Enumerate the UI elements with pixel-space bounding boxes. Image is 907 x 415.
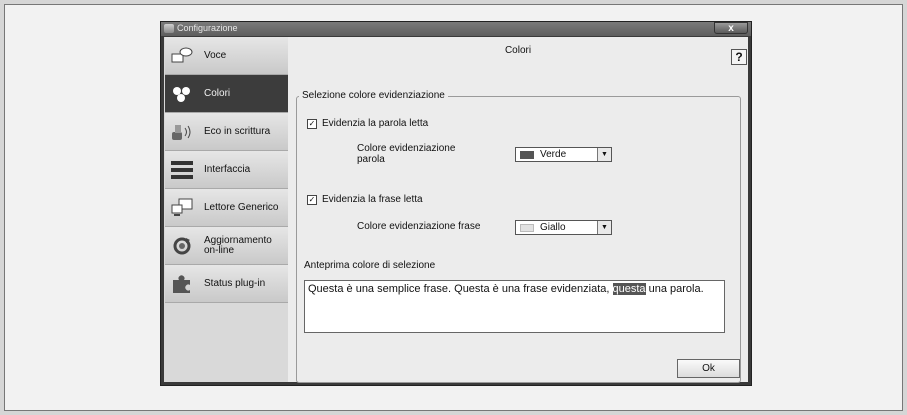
- word-color-select[interactable]: Verde ▼: [515, 147, 612, 162]
- sidebar: Voce Colori Eco in scrittura Interfaccia…: [164, 37, 288, 382]
- color-dots-icon: [173, 87, 190, 102]
- highlight-word-checkbox[interactable]: ✓ Evidenzia la parola letta: [307, 118, 428, 129]
- highlight-sentence-checkbox[interactable]: ✓ Evidenzia la frase letta: [307, 194, 423, 205]
- window-client-area: Voce Colori Eco in scrittura Interfaccia…: [164, 37, 748, 383]
- sidebar-item-label: Aggiornamento on-line: [204, 235, 272, 256]
- monitor-icon: [171, 198, 193, 216]
- sidebar-item-eco-in-scrittura[interactable]: Eco in scrittura: [165, 113, 288, 151]
- highlight-color-group: [296, 96, 741, 383]
- sentence-color-select[interactable]: Giallo ▼: [515, 220, 612, 235]
- sidebar-item-label: Interfaccia: [204, 164, 251, 175]
- preview-label: Anteprima colore di selezione: [304, 260, 436, 271]
- puzzle-icon: [173, 275, 190, 293]
- chevron-down-icon[interactable]: ▼: [597, 221, 611, 234]
- word-color-value: Verde: [540, 149, 567, 160]
- group-title: Selezione colore evidenziazione: [299, 90, 448, 101]
- window-title: Configurazione: [177, 23, 238, 33]
- config-window: Configurazione x Voce Colori Eco in scri…: [160, 21, 752, 386]
- sidebar-item-label: Voce: [204, 50, 227, 61]
- color-swatch: [520, 151, 534, 159]
- preview-text-after: una parola.: [645, 283, 704, 295]
- close-button[interactable]: x: [714, 22, 748, 34]
- sidebar-item-label: Eco in scrittura: [204, 126, 271, 137]
- sentence-color-value: Giallo: [540, 222, 566, 233]
- sentence-color-label: Colore evidenziazione frase: [357, 221, 481, 232]
- sidebar-item-colori[interactable]: Colori: [165, 75, 288, 113]
- page-title: Colori: [504, 45, 532, 56]
- chevron-down-icon[interactable]: ▼: [597, 148, 611, 161]
- typing-echo-icon: [172, 125, 191, 140]
- speech-bubble-icon: [171, 47, 193, 63]
- word-color-label: Colore evidenziazione parola: [357, 143, 456, 165]
- sidebar-item-voce[interactable]: Voce: [165, 37, 288, 75]
- color-swatch: [520, 224, 534, 232]
- sidebar-item-lettore-generico[interactable]: Lettore Generico: [165, 189, 288, 227]
- ok-button[interactable]: Ok: [677, 359, 740, 378]
- sidebar-item-label: Lettore Generico: [204, 202, 279, 213]
- highlight-word-label: Evidenzia la parola letta: [322, 118, 429, 129]
- app-icon: [164, 24, 174, 33]
- sidebar-item-aggiornamento-on-line[interactable]: Aggiornamento on-line: [165, 227, 288, 265]
- interface-bars-icon: [171, 161, 193, 179]
- title-bar[interactable]: Configurazione x: [161, 22, 751, 36]
- sidebar-item-status-plug-in[interactable]: Status plug-in: [165, 265, 288, 303]
- sidebar-item-label: Status plug-in: [204, 278, 266, 289]
- help-button[interactable]: ?: [731, 49, 747, 65]
- preview-highlighted-word: questa: [612, 283, 646, 295]
- highlight-sentence-label: Evidenzia la frase letta: [322, 194, 423, 205]
- preview-text-before: Questa è una semplice frase. Questa è un…: [308, 283, 613, 295]
- checkbox-box: ✓: [307, 194, 317, 205]
- sidebar-item-interfaccia[interactable]: Interfaccia: [165, 151, 288, 189]
- preview-text-box: Questa è una semplice frase. Questa è un…: [304, 280, 725, 333]
- checkbox-box: ✓: [307, 118, 317, 129]
- sidebar-item-label: Colori: [204, 88, 231, 99]
- refresh-icon: [173, 237, 191, 255]
